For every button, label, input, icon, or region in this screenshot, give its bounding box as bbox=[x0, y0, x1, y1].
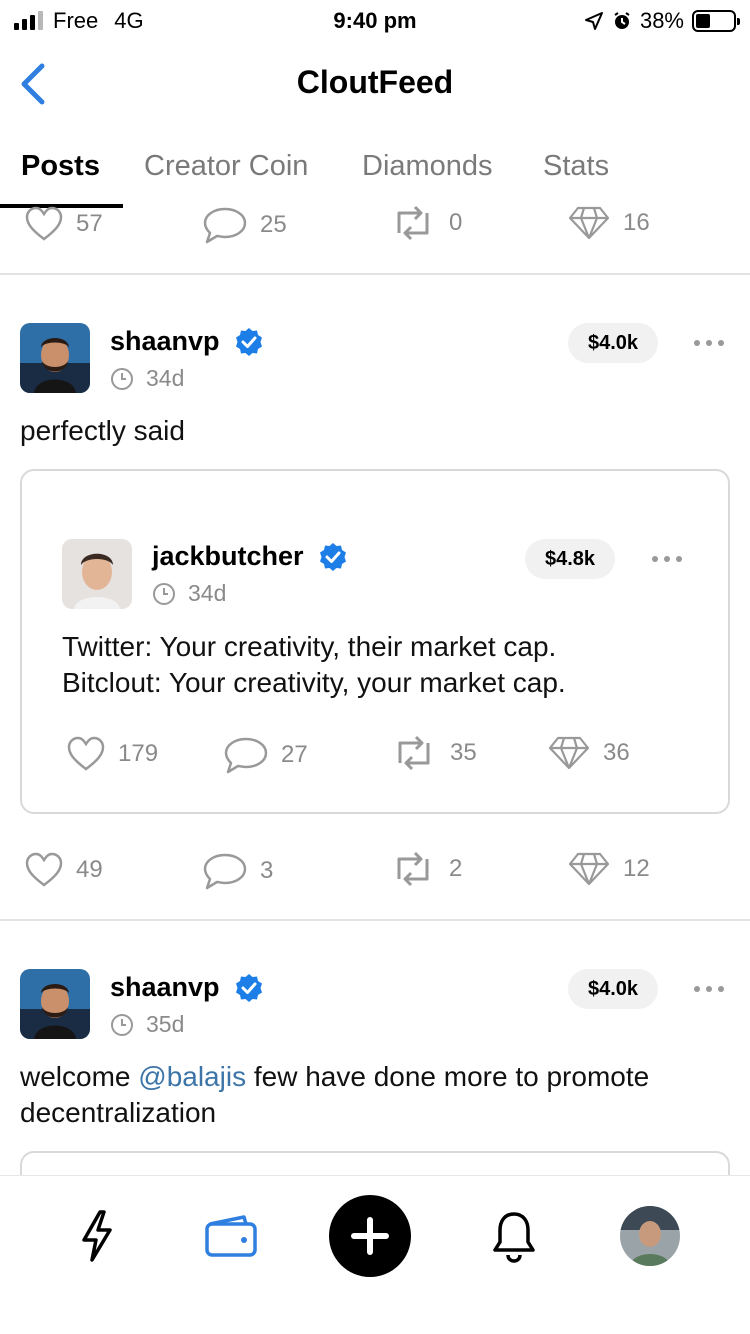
more-options-button[interactable] bbox=[694, 340, 724, 346]
coin-price-badge[interactable]: $4.8k bbox=[525, 539, 616, 579]
like-button[interactable]: 179 bbox=[66, 735, 158, 773]
reclout-icon bbox=[398, 735, 430, 771]
heart-icon bbox=[67, 736, 105, 771]
location-arrow-icon bbox=[584, 12, 603, 30]
username[interactable]: shaanvp bbox=[110, 326, 220, 357]
verified-badge-icon bbox=[235, 973, 262, 1002]
diamond-button[interactable]: 12 bbox=[567, 851, 650, 887]
diamond-button[interactable]: 16 bbox=[567, 205, 650, 241]
reclout-icon bbox=[397, 851, 429, 887]
page-title: CloutFeed bbox=[296, 64, 454, 100]
post-divider bbox=[0, 273, 750, 275]
reclout-button[interactable]: 0 bbox=[389, 205, 462, 241]
diamond-icon bbox=[568, 206, 610, 240]
nav-feed-button[interactable] bbox=[80, 1210, 114, 1267]
post-actions: 49 3 2 12 bbox=[0, 851, 750, 897]
verified-badge-icon bbox=[319, 542, 346, 571]
avatar[interactable] bbox=[62, 539, 132, 609]
post-time: 35d bbox=[146, 1011, 185, 1037]
diamond-count: 36 bbox=[603, 739, 630, 766]
like-count: 57 bbox=[76, 210, 103, 237]
like-count: 179 bbox=[118, 740, 159, 767]
comment-icon bbox=[224, 737, 268, 774]
reclout-button[interactable]: 35 bbox=[390, 735, 477, 771]
post-text-line: Twitter: Your creativity, their market c… bbox=[62, 631, 557, 662]
coin-price-badge[interactable]: $4.0k bbox=[568, 323, 659, 363]
more-options-button[interactable] bbox=[652, 556, 682, 562]
tab-diamonds[interactable]: Diamonds bbox=[362, 150, 493, 183]
diamond-icon bbox=[568, 852, 610, 886]
battery-icon bbox=[692, 10, 740, 32]
heart-icon bbox=[25, 852, 63, 887]
clock-icon bbox=[111, 1013, 133, 1036]
post-text: welcome @balajis few have done more to p… bbox=[20, 1059, 730, 1131]
profile-avatar[interactable] bbox=[620, 1206, 680, 1266]
post-text-line: Bitclout: Your creativity, your market c… bbox=[62, 667, 566, 698]
clock-icon bbox=[111, 367, 133, 390]
heart-icon bbox=[25, 206, 63, 241]
reclout-count: 2 bbox=[449, 855, 463, 882]
nav-notifications-button[interactable] bbox=[490, 1210, 538, 1269]
comment-button[interactable]: 3 bbox=[202, 851, 273, 891]
diamond-count: 16 bbox=[623, 209, 650, 236]
diamond-icon bbox=[548, 736, 590, 770]
bell-icon bbox=[493, 1212, 535, 1263]
diamond-button[interactable]: 36 bbox=[547, 735, 630, 771]
post-text-part: few have done more to promote bbox=[246, 1061, 650, 1092]
nav-wallet-button[interactable] bbox=[204, 1214, 258, 1263]
coin-price-badge[interactable]: $4.0k bbox=[568, 969, 659, 1009]
clock-icon bbox=[153, 582, 175, 605]
comment-icon bbox=[203, 853, 247, 890]
reclout-count: 35 bbox=[450, 739, 477, 766]
post-actions: 179 27 35 36 bbox=[2, 735, 750, 781]
post-feed[interactable]: 57 25 0 16 shaanvp 34d $4.0k perfectly s… bbox=[0, 205, 750, 1175]
post-time: 34d bbox=[146, 365, 185, 391]
diamond-count: 12 bbox=[623, 855, 650, 882]
comment-button[interactable]: 25 bbox=[202, 205, 287, 245]
post-card[interactable]: shaanvp 35d $4.0k welcome @balajis few h… bbox=[0, 969, 750, 1175]
reclout-button[interactable]: 2 bbox=[389, 851, 462, 887]
post-text-line: decentralization bbox=[20, 1097, 217, 1128]
profile-tabs: Posts Creator Coin Diamonds Stats bbox=[0, 138, 750, 208]
post-actions: 57 25 0 16 bbox=[0, 205, 750, 251]
like-button[interactable]: 49 bbox=[24, 851, 103, 889]
post-text-part: welcome bbox=[20, 1061, 139, 1092]
tab-posts[interactable]: Posts bbox=[21, 150, 100, 183]
post-time: 34d bbox=[188, 580, 227, 606]
reclout-count: 0 bbox=[449, 209, 463, 236]
like-button[interactable]: 57 bbox=[24, 205, 103, 243]
lightning-icon bbox=[82, 1210, 112, 1262]
avatar[interactable] bbox=[20, 969, 90, 1039]
comment-icon bbox=[203, 207, 247, 244]
like-count: 49 bbox=[76, 856, 103, 883]
comment-count: 25 bbox=[260, 211, 287, 238]
verified-badge-icon bbox=[235, 327, 262, 356]
tab-creator-coin[interactable]: Creator Coin bbox=[144, 150, 308, 183]
create-post-button[interactable] bbox=[329, 1195, 411, 1277]
status-bar: Free 4G 9:40 pm 38% bbox=[0, 0, 750, 40]
battery-percent: 38% bbox=[639, 8, 684, 33]
alarm-icon bbox=[614, 12, 630, 29]
avatar[interactable] bbox=[20, 323, 90, 393]
tab-stats[interactable]: Stats bbox=[543, 150, 609, 183]
reclout-icon bbox=[397, 205, 429, 241]
comment-count: 3 bbox=[260, 857, 274, 884]
bottom-navigation bbox=[0, 1175, 750, 1334]
comment-button[interactable]: 27 bbox=[223, 735, 308, 775]
app-header: CloutFeed bbox=[0, 44, 750, 124]
post-text: perfectly said bbox=[20, 415, 185, 446]
quoted-post[interactable] bbox=[20, 1151, 730, 1175]
quoted-post[interactable]: jackbutcher 34d $4.8k Twitter: Your crea… bbox=[20, 469, 730, 814]
post-card[interactable]: shaanvp 34d $4.0k perfectly said jackbut… bbox=[0, 323, 750, 923]
more-options-button[interactable] bbox=[694, 986, 724, 992]
username[interactable]: jackbutcher bbox=[152, 541, 304, 572]
post-divider bbox=[0, 919, 750, 921]
mention-link[interactable]: @balajis bbox=[138, 1061, 246, 1092]
wallet-icon bbox=[205, 1215, 257, 1257]
username[interactable]: shaanvp bbox=[110, 972, 220, 1003]
comment-count: 27 bbox=[281, 741, 308, 768]
